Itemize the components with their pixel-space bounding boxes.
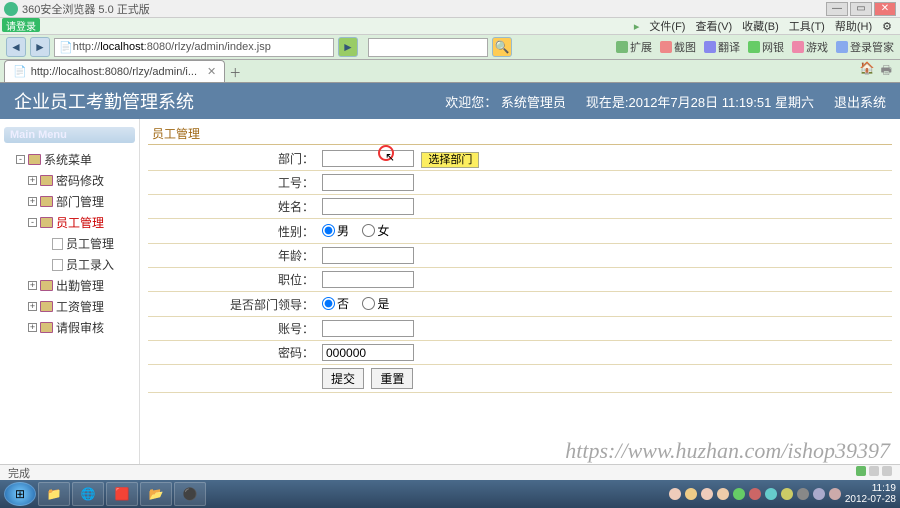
sidebar-item-employee[interactable]: -员工管理 bbox=[28, 212, 135, 233]
tab-icon: 📄 bbox=[13, 65, 27, 78]
browser-title: 360安全浏览器 5.0 正式版 bbox=[22, 1, 150, 17]
tray-icon[interactable] bbox=[685, 488, 697, 500]
sidebar-item-attendance[interactable]: +出勤管理 bbox=[28, 275, 135, 296]
leader-yes-radio[interactable]: 是 bbox=[362, 295, 389, 312]
position-input[interactable] bbox=[322, 271, 414, 288]
tab-close-icon[interactable]: ✕ bbox=[207, 65, 216, 78]
system-tray: 11:19 2012-07-28 bbox=[669, 483, 896, 505]
panel-title: 员工管理 bbox=[148, 123, 892, 145]
search-button[interactable]: 🔍 bbox=[492, 37, 512, 57]
name-input[interactable] bbox=[322, 198, 414, 215]
sidebar-item-password[interactable]: +密码修改 bbox=[28, 170, 135, 191]
menu-help[interactable]: 帮助(H) bbox=[835, 18, 872, 34]
menu-favorites[interactable]: 收藏(B) bbox=[742, 18, 779, 34]
browser-menubar: ▸ 文件(F) 查看(V) 收藏(B) 工具(T) 帮助(H) ⚙ bbox=[0, 18, 900, 35]
status-right bbox=[856, 466, 892, 479]
gender-male-radio[interactable]: 男 bbox=[322, 222, 349, 239]
task-app3[interactable]: ⚫ bbox=[174, 482, 206, 506]
sidebar-item-dept[interactable]: +部门管理 bbox=[28, 191, 135, 212]
tray-icon[interactable] bbox=[733, 488, 745, 500]
status-text: 完成 bbox=[8, 465, 30, 481]
current-user: 系统管理员 bbox=[501, 95, 566, 110]
address-bar: ◄ ► 📄 http://localhost:8080/rlzy/admin/i… bbox=[0, 35, 900, 60]
age-input[interactable] bbox=[322, 247, 414, 264]
tray-icon[interactable] bbox=[781, 488, 793, 500]
tray-icon[interactable] bbox=[765, 488, 777, 500]
submit-button[interactable] bbox=[322, 368, 364, 389]
account-input[interactable] bbox=[322, 320, 414, 337]
app-title: 企业员工考勤管理系统 bbox=[14, 88, 194, 114]
start-button[interactable]: ⊞ bbox=[4, 482, 36, 506]
tray-icon[interactable] bbox=[813, 488, 825, 500]
menu-view[interactable]: 查看(V) bbox=[695, 18, 732, 34]
browser-toolbar-right: 扩展 截图 翻译 网银 游戏 登录管家 bbox=[616, 39, 894, 55]
print-icon[interactable]: 🖶 bbox=[881, 61, 892, 82]
tray-icon[interactable] bbox=[717, 488, 729, 500]
menu-title: Main Menu bbox=[4, 127, 135, 143]
sidebar-item-employee-add[interactable]: 员工录入 bbox=[40, 254, 135, 275]
tray-icon[interactable] bbox=[701, 488, 713, 500]
url-input[interactable]: 📄 http://localhost:8080/rlzy/admin/index… bbox=[54, 38, 334, 57]
tree-root[interactable]: -系统菜单 bbox=[16, 149, 135, 170]
reset-button[interactable] bbox=[371, 368, 413, 389]
page-icon: 📄 bbox=[59, 41, 73, 54]
menu-dropdown-icon[interactable]: ▸ bbox=[634, 20, 640, 33]
password-input[interactable] bbox=[322, 344, 414, 361]
tool-translate[interactable]: 翻译 bbox=[704, 39, 740, 55]
tray-icon[interactable] bbox=[829, 488, 841, 500]
sidebar-item-employee-manage[interactable]: 员工管理 bbox=[40, 233, 135, 254]
browser-statusbar: 完成 bbox=[0, 464, 900, 480]
search-input[interactable] bbox=[368, 38, 488, 57]
leader-no-radio[interactable]: 否 bbox=[322, 295, 349, 312]
menu-file[interactable]: 文件(F) bbox=[649, 18, 685, 34]
login-badge[interactable]: 请登录 bbox=[2, 18, 40, 32]
tool-screenshot[interactable]: 截图 bbox=[660, 39, 696, 55]
task-app1[interactable]: 🟥 bbox=[106, 482, 138, 506]
empno-input[interactable] bbox=[322, 174, 414, 191]
menu-tools[interactable]: 工具(T) bbox=[789, 18, 825, 34]
sidebar-item-leave[interactable]: +请假审核 bbox=[28, 317, 135, 338]
close-button[interactable]: ✕ bbox=[874, 2, 896, 16]
windows-taskbar: ⊞ 📁 🌐 🟥 📂 ⚫ 11:19 2012-07-28 bbox=[0, 480, 900, 508]
tray-icon[interactable] bbox=[797, 488, 809, 500]
window-controls: — ▭ ✕ bbox=[826, 2, 896, 16]
tool-extensions[interactable]: 扩展 bbox=[616, 39, 652, 55]
browser-icon bbox=[4, 2, 18, 16]
back-button[interactable]: ◄ bbox=[6, 37, 26, 57]
menu-options-icon[interactable]: ⚙ bbox=[882, 20, 892, 33]
gender-female-radio[interactable]: 女 bbox=[362, 222, 389, 239]
browser-tabbar: 📄 http://localhost:8080/rlzy/admin/i... … bbox=[0, 60, 900, 83]
minimize-button[interactable]: — bbox=[826, 2, 848, 16]
employee-form: 部门： 选择部门 工号： 姓名： 性别： 男 女 年龄： 职位： 是否部门领导： bbox=[148, 147, 892, 393]
new-tab-button[interactable]: ＋ bbox=[225, 62, 245, 82]
content-area: 员工管理 部门： 选择部门 工号： 姓名： 性别： 男 女 年龄： 职位： bbox=[140, 119, 900, 468]
tray-icon[interactable] bbox=[749, 488, 761, 500]
logout-link[interactable]: 退出系统 bbox=[834, 92, 886, 111]
taskbar-clock[interactable]: 11:19 2012-07-28 bbox=[845, 483, 896, 505]
browser-titlebar: 360安全浏览器 5.0 正式版 — ▭ ✕ bbox=[0, 0, 900, 18]
tab-label: http://localhost:8080/rlzy/admin/i... bbox=[31, 66, 197, 78]
dept-input[interactable] bbox=[322, 150, 414, 167]
task-explorer[interactable]: 📁 bbox=[38, 482, 70, 506]
select-dept-button[interactable]: 选择部门 bbox=[421, 152, 479, 168]
maximize-button[interactable]: ▭ bbox=[850, 2, 872, 16]
task-app2[interactable]: 📂 bbox=[140, 482, 172, 506]
home-icon[interactable]: 🏠 bbox=[860, 61, 875, 82]
browser-tab[interactable]: 📄 http://localhost:8080/rlzy/admin/i... … bbox=[4, 60, 225, 82]
current-time: 2012年7月28日 11:19:51 星期六 bbox=[629, 95, 814, 110]
tool-login[interactable]: 登录管家 bbox=[836, 39, 894, 55]
forward-button[interactable]: ► bbox=[30, 37, 50, 57]
sidebar-item-salary[interactable]: +工资管理 bbox=[28, 296, 135, 317]
sidebar: Main Menu -系统菜单 +密码修改 +部门管理 -员工管理 员工管理 员… bbox=[0, 119, 140, 468]
task-ie[interactable]: 🌐 bbox=[72, 482, 104, 506]
nav-tree: -系统菜单 +密码修改 +部门管理 -员工管理 员工管理 员工录入 +出勤管理 … bbox=[4, 149, 135, 338]
tray-icon[interactable] bbox=[669, 488, 681, 500]
tool-bank[interactable]: 网银 bbox=[748, 39, 784, 55]
page-header: 企业员工考勤管理系统 欢迎您： 系统管理员 现在是:2012年7月28日 11:… bbox=[0, 83, 900, 119]
tool-game[interactable]: 游戏 bbox=[792, 39, 828, 55]
go-button[interactable]: ► bbox=[338, 37, 358, 57]
